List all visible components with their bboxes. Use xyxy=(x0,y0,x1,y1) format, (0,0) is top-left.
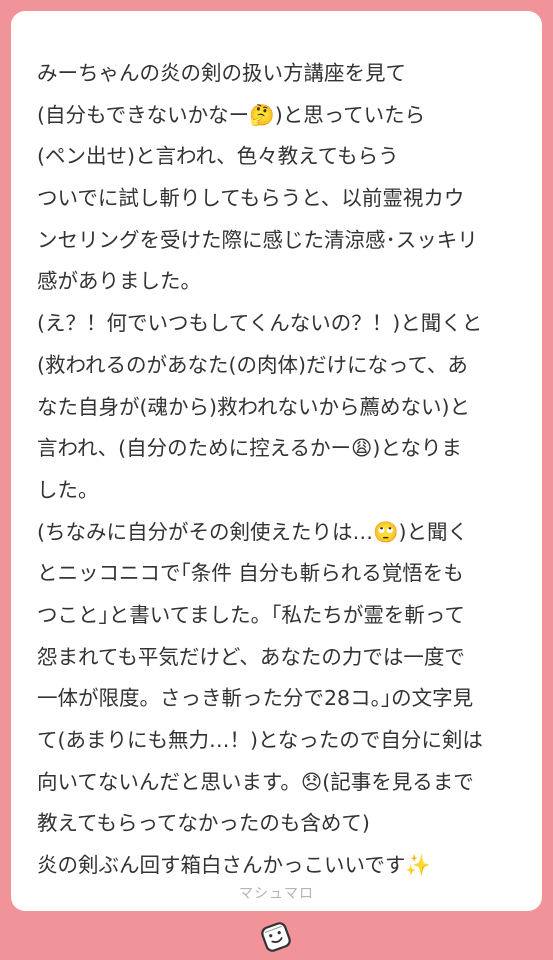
message-line-13: とニッコニコで｢条件 自分も斬られる覚悟をも xyxy=(37,561,464,586)
message-card: みーちゃんの炎の剣の扱い方講座を見て (自分もできないかなー🤔)と思っていたら … xyxy=(11,11,542,911)
message-line-19: 教えてもらってなかったのも含めて) xyxy=(37,811,370,836)
brand-label: マシュマロ xyxy=(239,886,314,902)
message-line-3: (ペン出せ)と言われ、色々教えてもらう xyxy=(37,144,399,169)
message-line-8: (救われるのがあなた(の肉体)だけになって、あ xyxy=(37,352,468,377)
message-line-2: (自分もできないかなー🤔)と思っていたら xyxy=(37,102,426,127)
message-line-6: 感がありました。 xyxy=(37,269,201,294)
message-line-15: 怨まれても平気だけど、あなたの力では一度で xyxy=(37,644,465,669)
message-line-7: (え？！何でいつもしてくんないの？！)と聞くと xyxy=(37,311,483,336)
message-line-14: つこと｣と書いてました。｢私たちが霊を斬って xyxy=(37,602,465,627)
message-line-11: した。 xyxy=(37,477,99,502)
message-line-17: て(あまりにも無力…！)となったので自分に剣は xyxy=(37,728,483,752)
message-line-12: (ちなみに自分がその剣使えたりは…🙄)と聞く xyxy=(37,519,469,544)
message-line-9: なた自身が(魂から)救われないから薦めない)と xyxy=(37,394,470,419)
message-line-16: 一体が限度。さっき斬った分で28コ。｣の文字見 xyxy=(37,686,474,711)
marshmallow-logo-icon xyxy=(261,922,291,952)
message-line-1: みーちゃんの炎の剣の扱い方講座を見て xyxy=(37,61,406,85)
message-body: みーちゃんの炎の剣の扱い方講座を見て (自分もできないかなー🤔)と思っていたら … xyxy=(37,53,523,887)
message-line-10: 言われ、(自分のために控えるかー😩)となりま xyxy=(37,436,462,461)
message-line-4: ついでに試し斬りしてもらうと、以前霊視カウ xyxy=(37,186,465,211)
message-line-20: 炎の剣ぶん回す箱白さんかっこいいです✨ xyxy=(37,853,431,878)
message-line-18: 向いてないんだと思います。😞(記事を見るまで xyxy=(37,769,474,794)
message-line-5: ンセリングを受けた際に感じた清涼感･スッキリ xyxy=(37,227,478,252)
